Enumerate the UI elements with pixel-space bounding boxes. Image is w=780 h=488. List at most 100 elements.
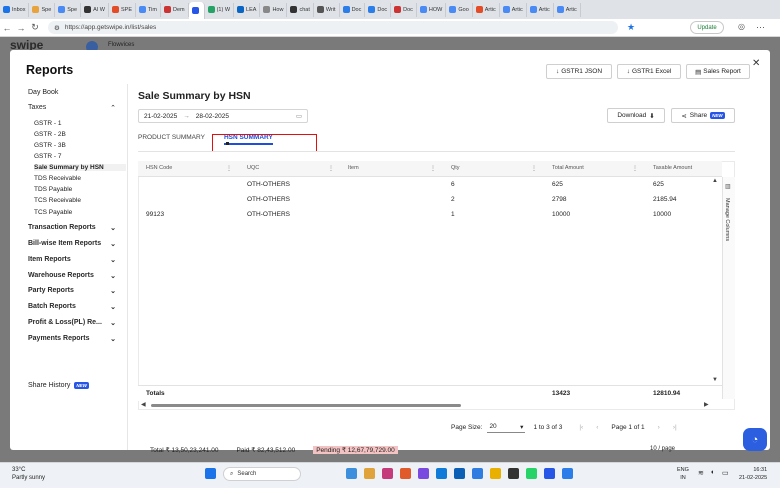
sidebar-item-gstr2b[interactable]: GSTR - 2B [34, 131, 66, 138]
scroll-up-icon[interactable]: ▲ [712, 178, 718, 184]
browser-tab[interactable]: chat [287, 2, 314, 17]
share-history-link[interactable]: Share History NEW [28, 382, 89, 389]
column-header-qty[interactable]: Qty [451, 165, 460, 171]
horizontal-scrollbar-thumb[interactable] [151, 404, 461, 407]
sidebar-group-party-reports[interactable]: Party Reports ⌄ [28, 287, 116, 295]
taskbar-app-icon[interactable] [544, 468, 555, 479]
browser-tab[interactable]: Writ [314, 2, 340, 17]
last-page-icon[interactable]: ›| [673, 424, 677, 431]
sidebar-group-batch-reports[interactable]: Batch Reports ⌄ [28, 303, 116, 311]
sidebar-item-gstr1[interactable]: GSTR - 1 [34, 120, 61, 127]
battery-icon[interactable]: ▭ [722, 469, 729, 477]
taskbar-app-icon[interactable] [472, 468, 483, 479]
browser-tab[interactable]: Doc [365, 2, 392, 17]
browser-tab[interactable]: Artic [554, 2, 581, 17]
taskbar-app-icon[interactable] [418, 468, 429, 479]
whatsapp-icon[interactable] [526, 468, 537, 479]
share-button[interactable]: ⋖ Share NEW [671, 108, 735, 123]
sidebar-item-tds-receivable[interactable]: TDS Receivable [34, 175, 81, 182]
column-header-total-amount[interactable]: Total Amount [552, 165, 584, 171]
update-button[interactable]: Update [690, 21, 724, 34]
browser-tab[interactable]: Spe [55, 2, 82, 17]
browser-tab[interactable]: How [260, 2, 288, 17]
browser-tab[interactable]: AI W [81, 2, 109, 17]
browser-tab[interactable]: Artic [527, 2, 554, 17]
wifi-icon[interactable]: ≋ [698, 469, 704, 477]
sidebar-item-day-book[interactable]: Day Book [28, 89, 58, 96]
sidebar-group-warehouse-reports[interactable]: Warehouse Reports ⌄ [28, 272, 116, 280]
reload-icon[interactable]: ↻ [28, 22, 42, 33]
browser-tab[interactable]: Tim [136, 2, 161, 17]
taskbar-app-icon[interactable] [346, 468, 357, 479]
browser-tab[interactable]: Artic [473, 2, 500, 17]
columns-icon[interactable]: ▥ [725, 183, 731, 190]
sidebar-item-tcs-payable[interactable]: TCS Payable [34, 209, 72, 216]
browser-tab[interactable]: (1) W [205, 2, 235, 17]
help-chat-icon[interactable]: ◔ [743, 428, 767, 451]
browser-tab[interactable]: Doc [391, 2, 417, 17]
page-size-select[interactable]: 20 ▾ [487, 421, 526, 433]
site-info-icon[interactable]: ⚙ [54, 24, 60, 32]
sidebar-group-transaction-reports[interactable]: Transaction Reports ⌄ [28, 224, 116, 232]
forward-icon[interactable]: → [14, 23, 28, 33]
sidebar-group-payments-reports[interactable]: Payments Reports ⌄ [28, 335, 116, 343]
manage-columns-tab[interactable]: Manage Columns [724, 198, 730, 241]
taskbar-clock[interactable]: 16:31 21-02-2025 [739, 466, 767, 482]
sidebar-item-tcs-receivable[interactable]: TCS Receivable [34, 197, 81, 204]
copilot-icon[interactable]: ◎ [738, 22, 745, 31]
scroll-left-icon[interactable]: ◀ [141, 401, 146, 408]
browser-tab[interactable]: SPE [109, 2, 136, 17]
tab-product-summary[interactable]: PRODUCT SUMMARY [138, 134, 205, 145]
sidebar-group-taxes[interactable]: Taxes ⌃ [28, 104, 116, 112]
close-icon[interactable]: ✕ [752, 58, 760, 69]
taskbar-app-icon[interactable] [562, 468, 573, 479]
taskbar-app-icon[interactable] [508, 468, 519, 479]
browser-tab[interactable]: Artic [500, 2, 527, 17]
more-menu-icon[interactable]: ⋯ [756, 22, 765, 33]
browser-tab[interactable] [188, 2, 205, 19]
back-icon[interactable]: ← [0, 23, 14, 33]
gstr1-excel-button[interactable]: ↓ GSTR1 Excel [617, 64, 681, 79]
scroll-right-icon[interactable]: ▶ [704, 401, 709, 408]
browser-tab[interactable]: HOW [417, 2, 447, 17]
weather-widget[interactable]: 33°C Partly sunny [12, 466, 45, 482]
sidebar-group-bill-wise-item-reports[interactable]: Bill-wise Item Reports ⌄ [28, 240, 116, 248]
date-to[interactable]: 28-02-2025 [196, 113, 229, 120]
column-menu-icon[interactable]: ⋮ [531, 165, 537, 172]
sidebar-item-sale-summary-hsn[interactable]: Sale Summary by HSN [34, 164, 126, 171]
next-page-icon[interactable]: › [658, 424, 660, 431]
sales-report-button[interactable]: ▤ Sales Report [686, 64, 750, 79]
column-menu-icon[interactable]: ⋮ [430, 165, 436, 172]
sidebar-item-tds-payable[interactable]: TDS Payable [34, 186, 72, 193]
outlook-icon[interactable] [454, 468, 465, 479]
column-menu-icon[interactable]: ⋮ [328, 165, 334, 172]
sidebar-item-gstr7[interactable]: GSTR - 7 [34, 153, 61, 160]
browser-tab[interactable]: Doc [340, 2, 366, 17]
first-page-icon[interactable]: |‹ [579, 424, 583, 431]
browser-tab[interactable]: Goo [446, 2, 473, 17]
download-button[interactable]: Download ⬇ [607, 108, 665, 123]
language-indicator[interactable]: ENG IN [677, 466, 689, 482]
column-menu-icon[interactable]: ⋮ [226, 165, 232, 172]
column-header-item[interactable]: Item [348, 165, 359, 171]
bookmark-star-icon[interactable]: ★ [624, 22, 638, 33]
sidebar-group-item-reports[interactable]: Item Reports ⌄ [28, 256, 116, 264]
taskbar-app-icon[interactable] [400, 468, 411, 479]
start-icon[interactable] [205, 468, 216, 479]
taskbar-app-icon[interactable] [382, 468, 393, 479]
browser-tab[interactable]: Dem [161, 2, 189, 17]
prev-page-icon[interactable]: ‹ [596, 424, 598, 431]
url-field[interactable]: ⚙ https://app.getswipe.in/list/sales [48, 21, 618, 34]
scroll-down-icon[interactable]: ▼ [712, 377, 718, 383]
browser-tab[interactable]: Inbox [0, 2, 30, 17]
volume-icon[interactable]: ◖ [710, 469, 714, 476]
edge-icon[interactable] [436, 468, 447, 479]
file-explorer-icon[interactable] [364, 468, 375, 479]
date-range-picker[interactable]: 21-02-2025 → 28-02-2025 ▭ [138, 109, 308, 123]
browser-tab[interactable]: LEA [234, 2, 261, 17]
gstr1-json-button[interactable]: ↓ GSTR1 JSON [546, 64, 612, 79]
column-header-taxable-amount[interactable]: Taxable Amount [653, 165, 692, 171]
column-header-uqc[interactable]: UQC [247, 165, 259, 171]
chrome-icon[interactable] [490, 468, 501, 479]
column-header-hsn-code[interactable]: HSN Code [146, 165, 172, 171]
